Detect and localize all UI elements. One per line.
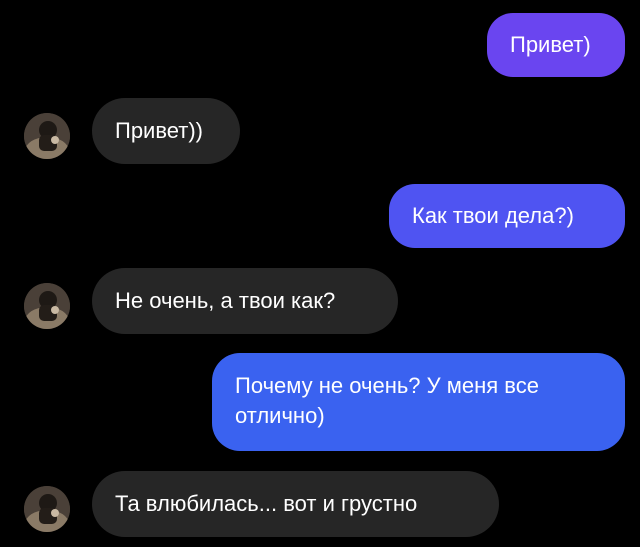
message-text: Как твои дела?) — [412, 203, 574, 228]
message-bubble-incoming[interactable]: Привет)) — [92, 98, 240, 164]
message-text: Почему не очень? У меня все отлично) — [235, 373, 539, 428]
message-text: Не очень, а твои как? — [115, 288, 336, 313]
message-bubble-outgoing[interactable]: Привет) — [487, 13, 625, 77]
message-bubble-outgoing[interactable]: Почему не очень? У меня все отлично) — [212, 353, 625, 451]
message-bubble-incoming[interactable]: Та влюбилась... вот и грустно — [92, 471, 499, 537]
avatar-image-icon — [24, 486, 70, 532]
message-text: Та влюбилась... вот и грустно — [115, 491, 418, 516]
message-text: Привет) — [510, 32, 591, 57]
message-bubble-outgoing[interactable]: Как твои дела?) — [389, 184, 625, 248]
contact-avatar-icon[interactable] — [24, 113, 70, 159]
avatar-image-icon — [24, 113, 70, 159]
contact-avatar-icon[interactable] — [24, 486, 70, 532]
chat-screen: { "colors": { "background": "#000000", "… — [0, 0, 640, 547]
message-text: Привет)) — [115, 118, 204, 143]
message-bubble-incoming[interactable]: Не очень, а твои как? — [92, 268, 398, 334]
avatar-image-icon — [24, 283, 70, 329]
contact-avatar-icon[interactable] — [24, 283, 70, 329]
